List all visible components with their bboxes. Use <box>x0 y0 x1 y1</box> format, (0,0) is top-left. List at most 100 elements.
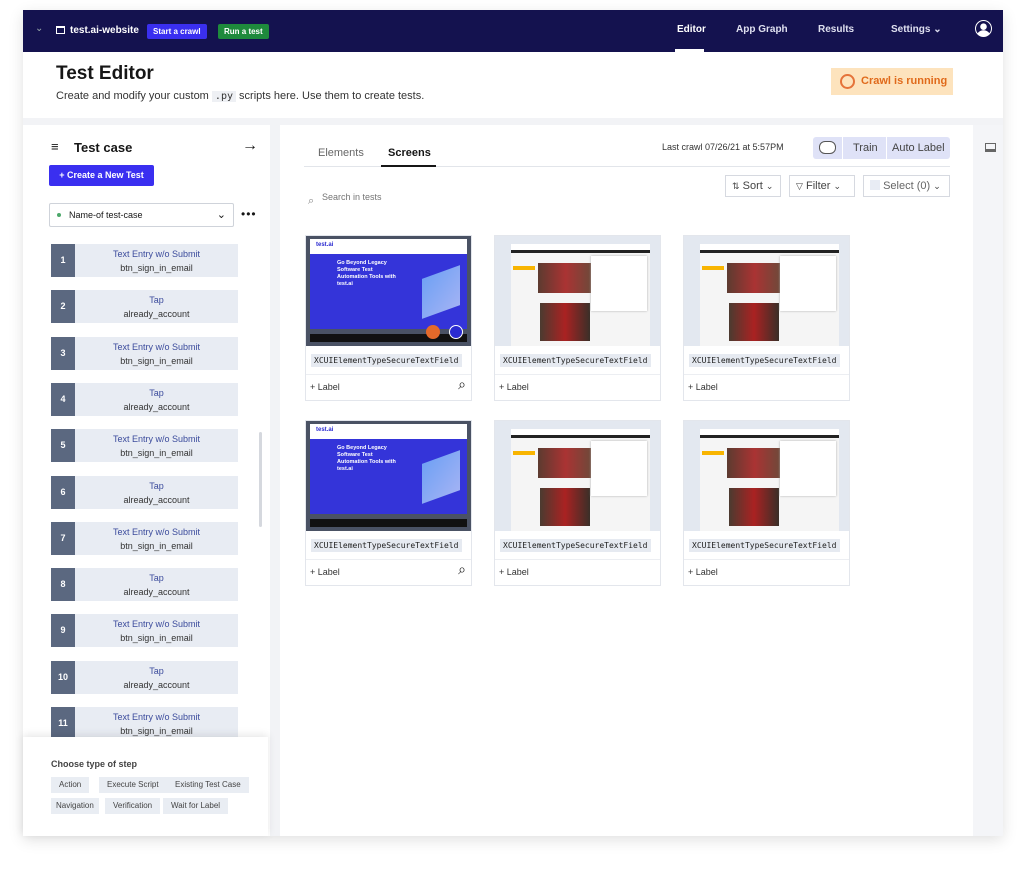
element-name: XCUIElementTypeSecureTextField <box>500 354 651 367</box>
hamburger-menu-icon[interactable]: ≡ <box>51 139 59 154</box>
train-button[interactable]: Train <box>853 142 878 154</box>
filter-icon: ▽ <box>796 181 803 191</box>
select-button[interactable]: Select (0) ⌄ <box>863 175 950 197</box>
screen-thumbnail[interactable] <box>684 236 849 346</box>
create-new-test-button[interactable]: + Create a New Test <box>49 165 154 186</box>
tab-editor[interactable]: Editor <box>677 24 706 35</box>
active-tab-indicator <box>381 165 436 167</box>
test-step[interactable]: 9 Text Entry w/o Submit btn_sign_in_email <box>51 614 238 648</box>
step-number: 9 <box>51 614 75 648</box>
step-type-verification[interactable]: Verification <box>105 798 161 814</box>
step-type-wait-for-label[interactable]: Wait for Label <box>163 798 229 814</box>
page-header: Test Editor Create and modify your custo… <box>23 52 1003 118</box>
step-target: btn_sign_in_email <box>120 726 193 736</box>
screen-card[interactable]: XCUIElementTypeSecureTextField + Label <box>683 420 850 586</box>
photo <box>538 448 593 478</box>
photo <box>727 448 782 478</box>
add-label-button[interactable]: + Label <box>688 567 718 577</box>
add-label-button[interactable]: + Label <box>499 382 529 392</box>
screen-card[interactable]: test.ai Go Beyond Legacy Software Test A… <box>305 235 472 401</box>
add-label-button[interactable]: + Label <box>310 382 340 392</box>
step-type-execute-script[interactable]: Execute Script <box>99 777 167 793</box>
step-body[interactable]: Text Entry w/o Submit btn_sign_in_email <box>75 521 238 555</box>
search-input[interactable] <box>322 192 522 202</box>
filter-label: Filter <box>805 180 831 192</box>
scrollbar[interactable] <box>259 432 262 527</box>
test-step[interactable]: 10 Tap already_account <box>51 660 238 694</box>
more-options-icon[interactable]: ••• <box>241 207 257 221</box>
project-name[interactable]: test.ai-website <box>70 25 139 36</box>
element-name: XCUIElementTypeSecureTextField <box>689 539 840 552</box>
screen-thumbnail[interactable]: test.ai Go Beyond Legacy Software Test A… <box>306 236 471 346</box>
screen-thumbnail[interactable] <box>495 236 660 346</box>
step-number: 10 <box>51 660 75 694</box>
chevron-down-icon: ⌄ <box>933 24 942 35</box>
step-type-navigation[interactable]: Navigation <box>51 798 99 814</box>
search-icon[interactable]: ⌕ <box>458 376 466 393</box>
test-step[interactable]: 2 Tap already_account <box>51 290 238 324</box>
step-body[interactable]: Text Entry w/o Submit btn_sign_in_email <box>75 244 238 277</box>
expand-icon[interactable] <box>449 325 463 339</box>
screen-card[interactable]: XCUIElementTypeSecureTextField + Label <box>683 235 850 401</box>
train-toolbar: Train Auto Label <box>813 137 950 159</box>
test-step[interactable]: 8 Tap already_account <box>51 568 238 602</box>
test-step[interactable]: 11 Text Entry w/o Submit btn_sign_in_email <box>51 707 238 740</box>
step-body[interactable]: Tap already_account <box>75 568 238 602</box>
add-label-button[interactable]: + Label <box>499 567 529 577</box>
tab-screens[interactable]: Screens <box>388 147 431 159</box>
step-type-existing-test-case[interactable]: Existing Test Case <box>167 777 249 793</box>
step-target: btn_sign_in_email <box>120 633 193 644</box>
user-avatar-icon[interactable] <box>975 20 992 37</box>
run-test-button[interactable]: Run a test <box>218 24 269 39</box>
tab-settings[interactable]: Settings ⌄ <box>891 24 942 35</box>
screen-thumbnail[interactable] <box>495 421 660 531</box>
chevron-down-icon[interactable]: ⌄ <box>35 23 43 34</box>
divider <box>842 137 843 159</box>
step-body[interactable]: Tap already_account <box>75 475 238 509</box>
step-body[interactable]: Text Entry w/o Submit btn_sign_in_email <box>75 707 238 740</box>
arrow-right-icon[interactable]: → <box>242 137 258 155</box>
crop-icon[interactable] <box>426 325 440 339</box>
last-crawl-text: Last crawl 07/26/21 at 5:57PM <box>662 142 784 152</box>
screen-card[interactable]: XCUIElementTypeSecureTextField + Label <box>494 235 661 401</box>
test-case-select[interactable]: Name-of test-case ⌄ <box>49 203 234 227</box>
sort-label: Sort <box>742 180 763 192</box>
thumb-logo: test.ai <box>316 427 334 433</box>
step-body[interactable]: Tap already_account <box>75 290 238 324</box>
right-rail <box>973 125 1003 836</box>
test-step[interactable]: 7 Text Entry w/o Submit btn_sign_in_email <box>51 521 238 555</box>
step-body[interactable]: Text Entry w/o Submit btn_sign_in_email <box>75 336 238 370</box>
panel-toggle-icon[interactable] <box>985 143 996 152</box>
step-body[interactable]: Tap already_account <box>75 382 238 416</box>
step-body[interactable]: Text Entry w/o Submit btn_sign_in_email <box>75 614 238 648</box>
step-body[interactable]: Tap already_account <box>75 660 238 694</box>
auto-label-button[interactable]: Auto Label <box>892 142 945 154</box>
screen-card[interactable]: test.ai Go Beyond Legacy Software Test A… <box>305 420 472 586</box>
test-step[interactable]: 5 Text Entry w/o Submit btn_sign_in_email <box>51 429 238 463</box>
checkbox-icon[interactable] <box>870 180 880 190</box>
tab-app-graph[interactable]: App Graph <box>736 24 788 35</box>
screen-thumbnail[interactable] <box>684 421 849 531</box>
tab-results[interactable]: Results <box>818 24 854 35</box>
test-step[interactable]: 1 Text Entry w/o Submit btn_sign_in_email <box>51 244 238 277</box>
robot-icon[interactable] <box>819 141 836 154</box>
element-name: XCUIElementTypeSecureTextField <box>311 354 462 367</box>
test-case-name: Name-of test-case <box>69 210 143 220</box>
search-icon[interactable]: ⌕ <box>458 561 466 578</box>
step-body[interactable]: Text Entry w/o Submit btn_sign_in_email <box>75 429 238 463</box>
test-step[interactable]: 3 Text Entry w/o Submit btn_sign_in_email <box>51 336 238 370</box>
tab-elements[interactable]: Elements <box>318 147 364 159</box>
illustration <box>422 265 460 319</box>
step-type-action[interactable]: Action <box>51 777 90 793</box>
page-subtitle: Create and modify your custom .py script… <box>56 90 424 102</box>
screen-thumbnail[interactable]: test.ai Go Beyond Legacy Software Test A… <box>306 421 471 531</box>
test-step[interactable]: 4 Tap already_account <box>51 382 238 416</box>
test-step[interactable]: 6 Tap already_account <box>51 475 238 509</box>
screen-card[interactable]: XCUIElementTypeSecureTextField + Label <box>494 420 661 586</box>
add-label-button[interactable]: + Label <box>310 567 340 577</box>
add-label-button[interactable]: + Label <box>688 382 718 392</box>
sort-button[interactable]: ⇅ Sort ⌄ <box>725 175 781 197</box>
crawl-status-text: Crawl is running <box>861 75 948 87</box>
start-crawl-button[interactable]: Start a crawl <box>147 24 207 39</box>
filter-button[interactable]: ▽ Filter ⌄ <box>789 175 855 197</box>
